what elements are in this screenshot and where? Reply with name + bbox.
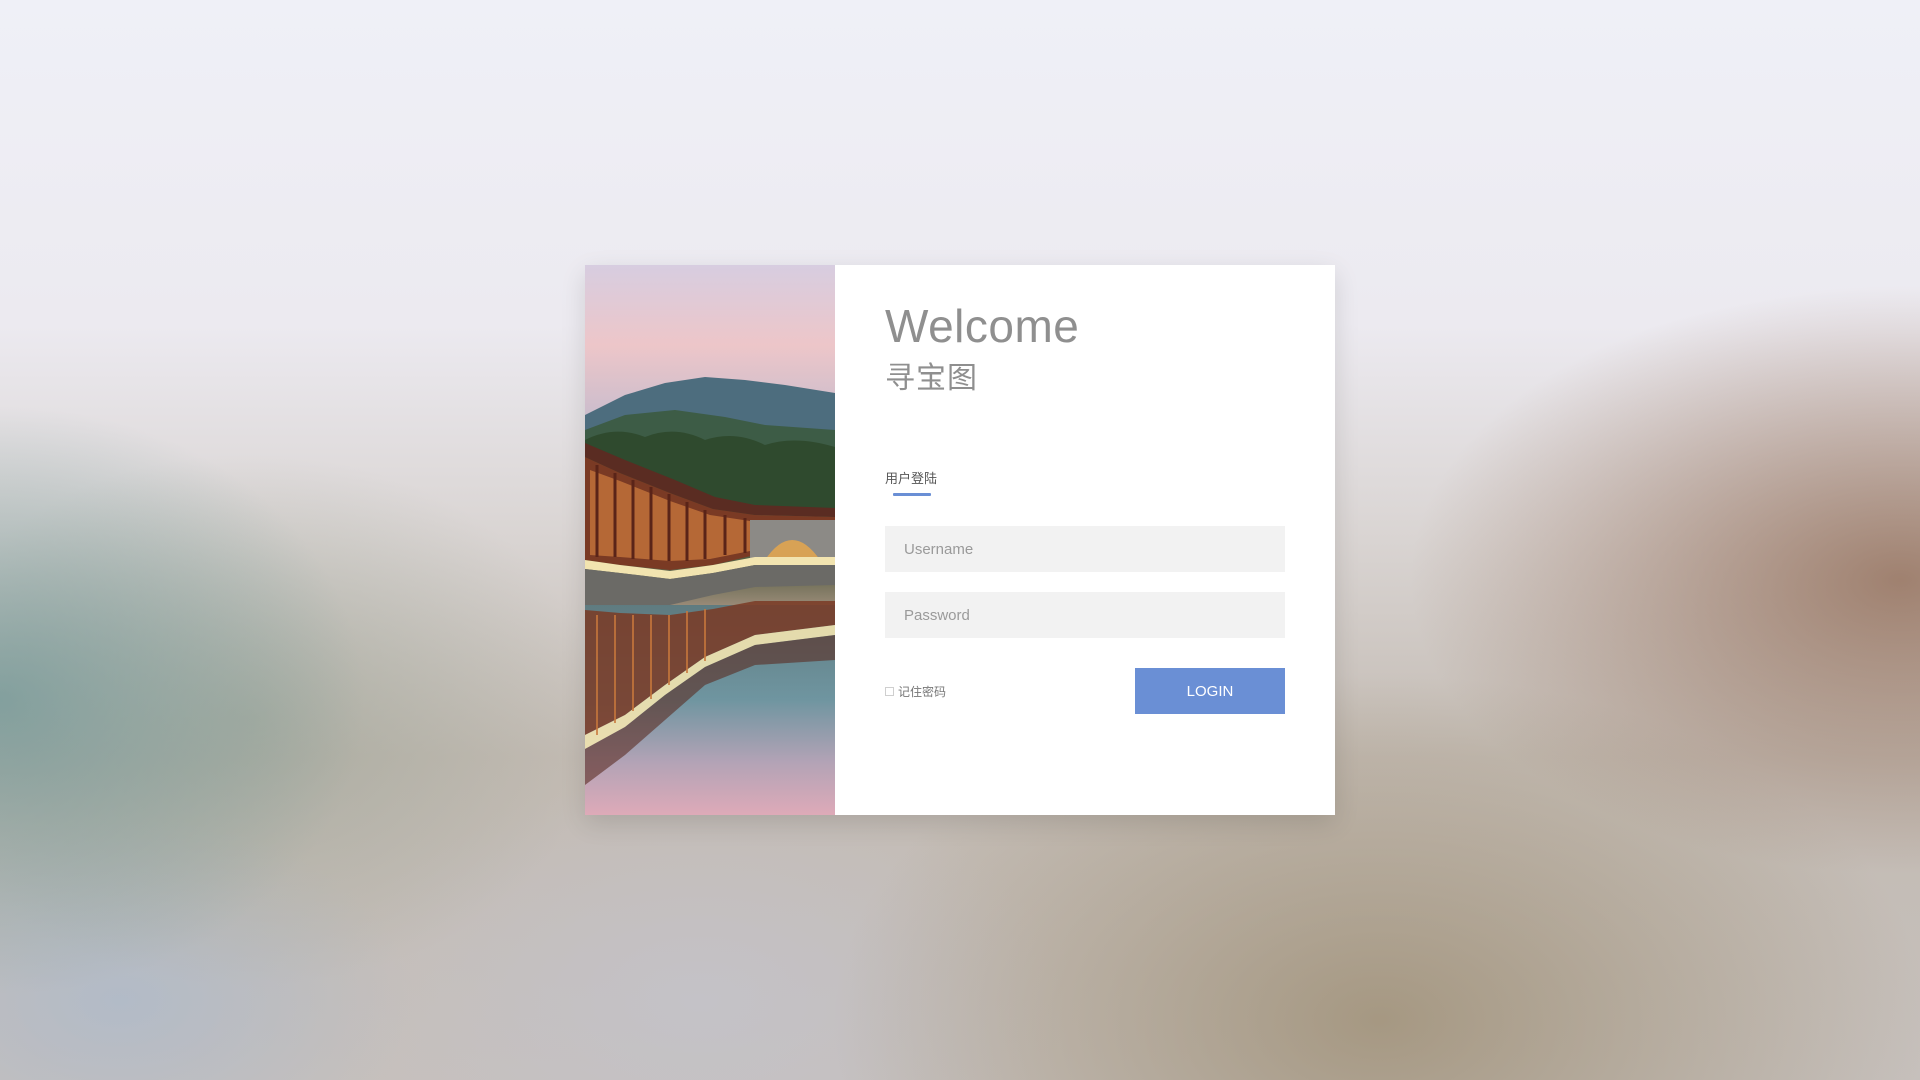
- login-card: Welcome 寻宝图 用户登陆 记住密码 LOGIN: [585, 265, 1335, 815]
- tab-user-login[interactable]: 用户登陆: [885, 468, 937, 487]
- tab-active-indicator: [893, 493, 931, 496]
- welcome-subtitle: 寻宝图: [885, 362, 978, 395]
- password-input[interactable]: [885, 592, 1285, 638]
- login-panel: Welcome 寻宝图 用户登陆 记住密码 LOGIN: [835, 265, 1335, 815]
- username-input[interactable]: [885, 526, 1285, 572]
- welcome-title: Welcome: [885, 300, 1080, 352]
- checkbox-icon[interactable]: [885, 687, 894, 696]
- remember-password-label: 记住密码: [898, 685, 947, 699]
- bridge-landscape-photo: [585, 265, 835, 815]
- login-button[interactable]: LOGIN: [1135, 668, 1285, 714]
- remember-password-checkbox[interactable]: 记住密码: [885, 683, 946, 700]
